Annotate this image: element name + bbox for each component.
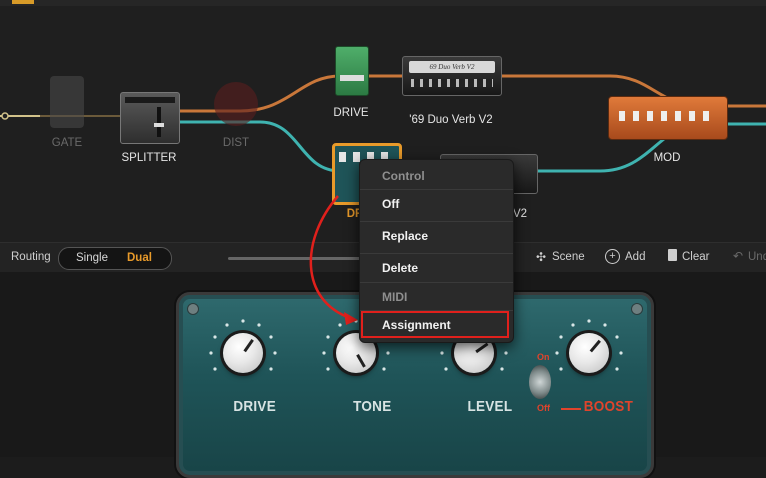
level-knob-label: LEVEL bbox=[467, 398, 513, 415]
top-accent-tab[interactable] bbox=[12, 0, 34, 4]
drive-block[interactable] bbox=[335, 46, 369, 96]
menu-item-replace[interactable]: Replace bbox=[360, 222, 513, 250]
boost-toggle-switch[interactable] bbox=[529, 365, 551, 399]
menu-item-off[interactable]: Off bbox=[360, 190, 513, 218]
boost-switch-on-label: On bbox=[537, 352, 550, 362]
boost-switch-off-label: Off bbox=[537, 403, 550, 413]
routing-single-option[interactable]: Single bbox=[76, 252, 108, 264]
gate-block[interactable] bbox=[50, 76, 84, 128]
mod-block[interactable] bbox=[608, 96, 728, 140]
scene-icon[interactable]: ✣ bbox=[536, 250, 546, 264]
duo-verb-block[interactable]: 69 Duo Verb V2 bbox=[402, 56, 502, 96]
trash-icon[interactable] bbox=[668, 249, 677, 261]
menu-header-control: Control bbox=[382, 169, 425, 183]
boost-knob-label: BOOST bbox=[583, 398, 634, 415]
duo-verb-label: '69 Duo Verb V2 bbox=[409, 114, 493, 126]
dist-block[interactable] bbox=[214, 82, 258, 126]
mix-slider[interactable] bbox=[228, 257, 368, 260]
assignment-highlight-box bbox=[361, 311, 509, 338]
splitter-fader bbox=[157, 107, 161, 137]
routing-toggle[interactable]: Single Dual bbox=[58, 247, 172, 270]
drive-block-plate bbox=[340, 75, 364, 81]
routing-label: Routing bbox=[11, 251, 51, 263]
mod-knob-row bbox=[619, 111, 717, 121]
gate-label: GATE bbox=[51, 137, 83, 149]
splitter-block[interactable] bbox=[120, 92, 180, 144]
dist-label: DIST bbox=[222, 137, 250, 149]
menu-item-delete[interactable]: Delete bbox=[360, 254, 513, 282]
drive-knob[interactable] bbox=[223, 333, 263, 373]
clear-button[interactable]: Clear bbox=[682, 251, 709, 263]
mod-label: MOD bbox=[653, 152, 681, 164]
splitter-label: SPLITTER bbox=[121, 152, 177, 164]
boost-line bbox=[561, 408, 581, 410]
tone-knob-label: TONE bbox=[353, 398, 392, 415]
undo-icon[interactable]: ↶ bbox=[733, 249, 743, 263]
add-button[interactable]: Add bbox=[625, 251, 645, 263]
boost-knob[interactable] bbox=[569, 333, 609, 373]
splitter-fader-cap bbox=[154, 123, 164, 127]
add-icon[interactable]: + bbox=[605, 249, 620, 264]
duo-verb-knob-row bbox=[411, 79, 493, 87]
drive-knob-label: DRIVE bbox=[233, 398, 276, 415]
duo-verb-plate-text: 69 Duo Verb V2 bbox=[429, 63, 475, 71]
duo-verb-plate: 69 Duo Verb V2 bbox=[409, 61, 495, 73]
undo-button[interactable]: Und bbox=[748, 251, 766, 263]
drive-label: DRIVE bbox=[333, 107, 369, 119]
splitter-display bbox=[125, 97, 175, 103]
scene-button[interactable]: Scene bbox=[552, 251, 585, 263]
menu-header-midi: MIDI bbox=[382, 290, 408, 304]
screw-top-right bbox=[631, 303, 643, 315]
routing-dual-option[interactable]: Dual bbox=[127, 252, 152, 264]
screw-top-left bbox=[187, 303, 199, 315]
